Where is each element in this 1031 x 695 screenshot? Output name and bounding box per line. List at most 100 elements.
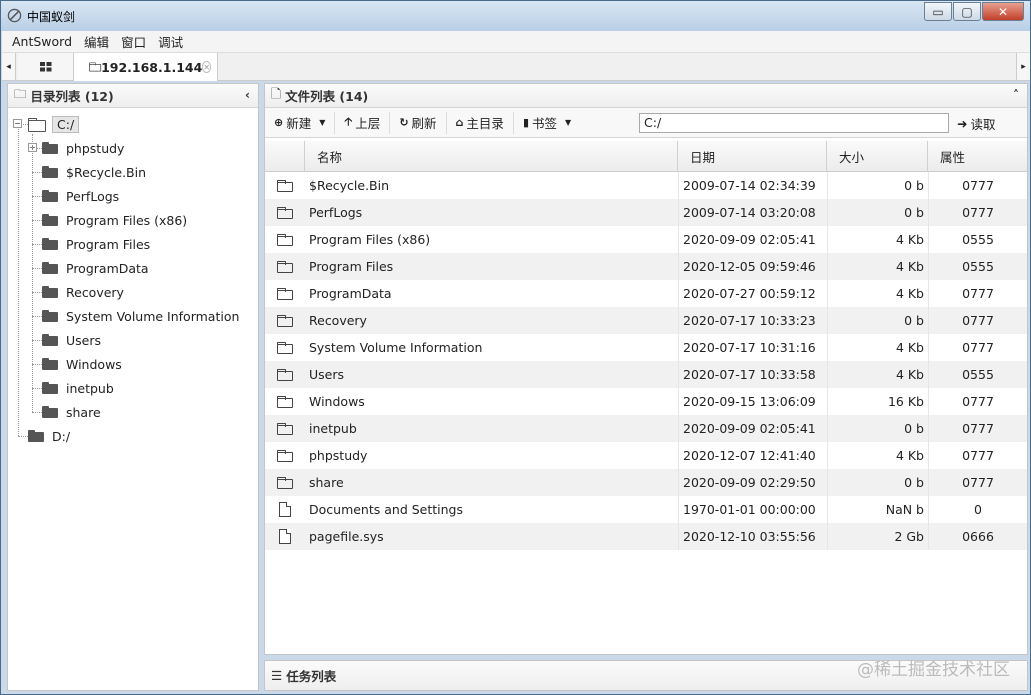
table-row[interactable]: Program Files (x86) 2020-09-09 02:05:41 4 … [265,226,1027,253]
table-row[interactable]: share 2020-09-09 02:29:50 0 b 0777 [265,469,1027,496]
tree-node[interactable]: inetpub [42,378,114,398]
header-date[interactable]: 日期 [678,141,827,171]
table-row[interactable]: ProgramData 2020-07-27 00:59:12 4 Kb 0777 [265,280,1027,307]
file-list-icon: 🗋 [271,86,282,101]
table-row[interactable]: pagefile.sys 2020-12-10 03:55:56 2 Gb 0666 [265,523,1027,550]
app-window: 中国蚁剑 ▭ ▢ ✕ AntSword 编辑 窗口 调试 ◂ 192.168.1… [0,0,1031,695]
menu-debug[interactable]: 调试 [158,32,183,51]
cell-date: 2020-07-27 00:59:12 [678,280,827,307]
tree-node[interactable]: share [42,402,101,422]
folder-outline-icon: 🗀 [14,86,27,101]
cell-date: 2009-07-14 02:34:39 [678,172,827,199]
cell-attr: 0555 [928,226,1027,253]
header-name[interactable]: 名称 [305,141,678,171]
tab-label: 192.168.1.144 [101,59,203,75]
caret-down-icon: ▼ [319,118,326,127]
table-row[interactable]: Documents and Settings 1970-01-01 00:00:0… [265,496,1027,523]
title-bar[interactable]: 中国蚁剑 ▭ ▢ ✕ [1,1,1030,31]
tab-close-icon[interactable]: ✕ [202,61,211,73]
tree-collapse-icon[interactable]: − [13,119,22,128]
tree-node[interactable]: C:/ [28,114,80,134]
cell-date: 2020-12-05 09:59:46 [678,253,827,280]
minimize-button[interactable]: ▭ [924,2,952,21]
panel-splitter[interactable] [260,83,263,691]
tab-shell-session[interactable]: 192.168.1.144 ✕ [74,53,218,81]
table-row[interactable]: Program Files 2020-12-05 09:59:46 4 Kb 0555 [265,253,1027,280]
table-row[interactable]: Users 2020-07-17 10:33:58 4 Kb 0555 [265,361,1027,388]
watermark: @稀土掘金技术社区 [857,660,1010,680]
tree-node[interactable]: System Volume Information [42,306,239,326]
home-button[interactable]: ⌂ 主目录 [447,111,514,134]
tab-scroll-left-icon[interactable]: ◂ [2,53,16,80]
file-toolbar: ⊕ 新建 ▼ 🡡 上层 ↻ 刷新 ⌂ 主目录 ▮ 书签 ▼ C:/ ➜ 读取 [265,108,1027,138]
tree-node-label: ProgramData [66,260,149,276]
cell-date: 1970-01-01 00:00:00 [678,496,827,523]
read-button[interactable]: ➜ 读取 [957,112,996,134]
tree-node[interactable]: Program Files (x86) [42,210,187,230]
bookmark-button[interactable]: ▮ 书签 ▼ [514,112,580,134]
antsword-logo-icon [7,8,22,23]
tree-node-label: System Volume Information [66,308,240,324]
refresh-button[interactable]: ↻ 刷新 [390,111,447,134]
collapse-up-icon[interactable]: ˄ [1013,88,1019,102]
menu-window[interactable]: 窗口 [121,32,146,51]
folder-icon [42,358,58,370]
cell-name: PerfLogs [309,205,363,220]
cell-attr: 0777 [928,442,1027,469]
tree-node[interactable]: Program Files [42,234,150,254]
cell-attr: 0777 [928,280,1027,307]
cell-size: 0 b [827,199,928,226]
header-attr[interactable]: 属性 [928,141,1027,171]
path-input[interactable]: C:/ [639,113,949,133]
cell-name: inetpub [309,421,357,436]
tree-connector [32,220,42,221]
cell-size: 4 Kb [827,334,928,361]
tree-connector [32,196,42,197]
row-icon-cell [265,206,305,219]
tree-connector [32,316,42,317]
tree-node[interactable]: phpstudy [42,138,124,158]
tab-scroll-right-icon[interactable]: ▸ [1016,53,1030,80]
table-row[interactable]: inetpub 2020-09-09 02:05:41 0 b 0777 [265,415,1027,442]
grid-icon [39,61,51,71]
tree-node[interactable]: $Recycle.Bin [42,162,146,182]
table-row[interactable]: Windows 2020-09-15 13:06:09 16 Kb 0777 [265,388,1027,415]
folder-icon [42,166,58,178]
close-button[interactable]: ✕ [982,2,1024,21]
cell-size: 16 Kb [827,388,928,415]
tree-node[interactable]: Recovery [42,282,124,302]
tree-node[interactable]: D:/ [28,426,70,446]
tree-node[interactable]: PerfLogs [42,186,119,206]
tab-home-grid[interactable] [18,53,74,80]
row-icon-cell [265,287,305,300]
collapse-chevron-icon[interactable]: ‹ [245,88,250,102]
new-button[interactable]: ⊕ 新建 ▼ [265,111,336,134]
read-label: 读取 [970,116,996,132]
maximize-button[interactable]: ▢ [953,2,981,21]
up-button[interactable]: 🡡 上层 [335,111,391,134]
tree-connector [18,129,19,436]
row-icon-cell [265,260,305,273]
cell-date: 2020-12-07 12:41:40 [678,442,827,469]
table-row[interactable]: phpstudy 2020-12-07 12:41:40 4 Kb 0777 [265,442,1027,469]
tree-node[interactable]: Windows [42,354,122,374]
cell-date: 2020-09-09 02:05:41 [678,415,827,442]
table-row[interactable]: $Recycle.Bin 2009-07-14 02:34:39 0 b 0777 [265,172,1027,199]
table-row[interactable]: Recovery 2020-07-17 10:33:23 0 b 0777 [265,307,1027,334]
tree-connector [32,388,42,389]
menu-antsword[interactable]: AntSword [12,34,72,49]
cell-size: 0 b [827,469,928,496]
table-row[interactable]: PerfLogs 2009-07-14 03:20:08 0 b 0777 [265,199,1027,226]
tree-node[interactable]: ProgramData [42,258,149,278]
cell-size: 0 b [827,415,928,442]
tree-node[interactable]: Users [42,330,101,350]
plus-circle-icon: ⊕ [274,116,284,129]
tree-node-label: Users [66,332,102,348]
tree-node-label: Program Files [66,236,151,252]
menu-edit[interactable]: 编辑 [84,32,109,51]
header-size[interactable]: 大小 [827,141,928,171]
folder-icon [28,430,44,442]
table-row[interactable]: System Volume Information 2020-07-17 10:3… [265,334,1027,361]
directory-panel-title: 目录列表 (12) [30,89,114,104]
folder-icon [89,62,102,72]
